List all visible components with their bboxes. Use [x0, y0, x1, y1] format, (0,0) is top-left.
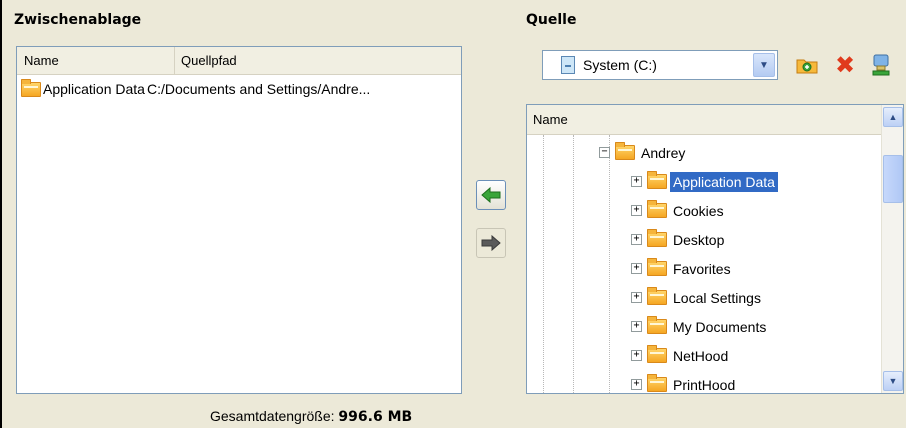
tree-item-label: PrintHood: [673, 376, 736, 393]
tree-item-favorites[interactable]: + Favorites: [631, 254, 734, 283]
total-size-value: 996.6 MB: [338, 409, 413, 425]
clipboard-list[interactable]: Name Quellpfad Application Data C:/Docum…: [16, 46, 462, 394]
arrow-right-icon: [481, 235, 501, 251]
expand-icon[interactable]: +: [631, 205, 642, 216]
tree-item-andrey[interactable]: − Andrey: [599, 138, 688, 167]
drive-select-value: System (C:): [583, 57, 657, 73]
folder-icon: [647, 316, 667, 334]
tree-item-cookies[interactable]: + Cookies: [631, 196, 727, 225]
source-title: Quelle: [526, 12, 577, 28]
column-header-name[interactable]: Name: [17, 47, 175, 74]
expand-icon[interactable]: +: [631, 350, 642, 361]
drive-icon: [561, 56, 575, 74]
tree-guide-line: [573, 135, 574, 393]
tree-item-my-documents[interactable]: + My Documents: [631, 312, 769, 341]
collapse-icon[interactable]: −: [599, 147, 610, 158]
tree-column-header[interactable]: Name: [527, 105, 881, 135]
folder-icon: [647, 258, 667, 276]
folder-icon: [615, 142, 635, 160]
total-size: Gesamtdatengröße: 996.6 MB: [210, 408, 412, 425]
tree-scrollbar[interactable]: ▲ ▼: [881, 105, 903, 393]
tree-item-label: Cookies: [673, 202, 724, 219]
tree-item-printhood[interactable]: + PrintHood: [631, 370, 738, 393]
column-header-source-path[interactable]: Quellpfad: [175, 47, 461, 74]
folder-icon: [647, 171, 667, 189]
list-item[interactable]: Application Data C:/Documents and Settin…: [17, 77, 461, 101]
folder-icon: [647, 200, 667, 218]
tree-body: − Andrey + Application Data + Cookies + …: [527, 135, 881, 393]
tree-item-nethood[interactable]: + NetHood: [631, 341, 731, 370]
folder-tree[interactable]: Name − Andrey + Application Data + Cooki…: [526, 104, 904, 394]
chevron-down-icon[interactable]: ▼: [753, 53, 775, 77]
clipboard-list-header: Name Quellpfad: [17, 47, 461, 75]
tree-item-label: Local Settings: [673, 289, 761, 306]
folder-icon: [647, 374, 667, 392]
tree-guide-line: [543, 135, 544, 393]
tree-item-label: NetHood: [673, 347, 729, 364]
expand-icon[interactable]: +: [631, 321, 642, 332]
scroll-up-icon[interactable]: ▲: [883, 107, 903, 127]
tree-item-label: Application Data: [670, 171, 778, 192]
drive-select[interactable]: System (C:) ▼: [542, 50, 778, 80]
delete-icon[interactable]: ✖: [834, 51, 856, 79]
network-drive-icon[interactable]: [870, 54, 892, 76]
folder-icon: [647, 345, 667, 363]
move-to-clipboard-button[interactable]: [476, 180, 506, 210]
tree-item-desktop[interactable]: + Desktop: [631, 225, 727, 254]
folder-icon: [647, 287, 667, 305]
tree-item-label: My Documents: [673, 318, 767, 335]
expand-icon[interactable]: +: [631, 176, 642, 187]
new-folder-icon[interactable]: [796, 54, 818, 76]
remove-from-clipboard-button[interactable]: [476, 228, 506, 258]
tree-item-label: Andrey: [641, 144, 686, 161]
tree-item-label: Desktop: [673, 231, 725, 248]
expand-icon[interactable]: +: [631, 292, 642, 303]
scroll-down-icon[interactable]: ▼: [883, 371, 903, 391]
folder-icon: [21, 78, 41, 97]
tree-item-label: Favorites: [673, 260, 731, 277]
scrollbar-thumb[interactable]: [883, 155, 903, 203]
total-size-label: Gesamtdatengröße:: [210, 408, 335, 424]
expand-icon[interactable]: +: [631, 234, 642, 245]
expand-icon[interactable]: +: [631, 379, 642, 390]
expand-icon[interactable]: +: [631, 263, 642, 274]
tree-guide-line: [609, 135, 610, 393]
clipboard-title: Zwischenablage: [14, 12, 142, 28]
folder-icon: [647, 229, 667, 247]
list-item-name: Application Data: [43, 81, 145, 97]
arrow-left-icon: [481, 187, 501, 203]
list-item-path: C:/Documents and Settings/Andre...: [146, 81, 371, 97]
tree-item-application-data[interactable]: + Application Data: [631, 167, 778, 196]
tree-item-local-settings[interactable]: + Local Settings: [631, 283, 764, 312]
